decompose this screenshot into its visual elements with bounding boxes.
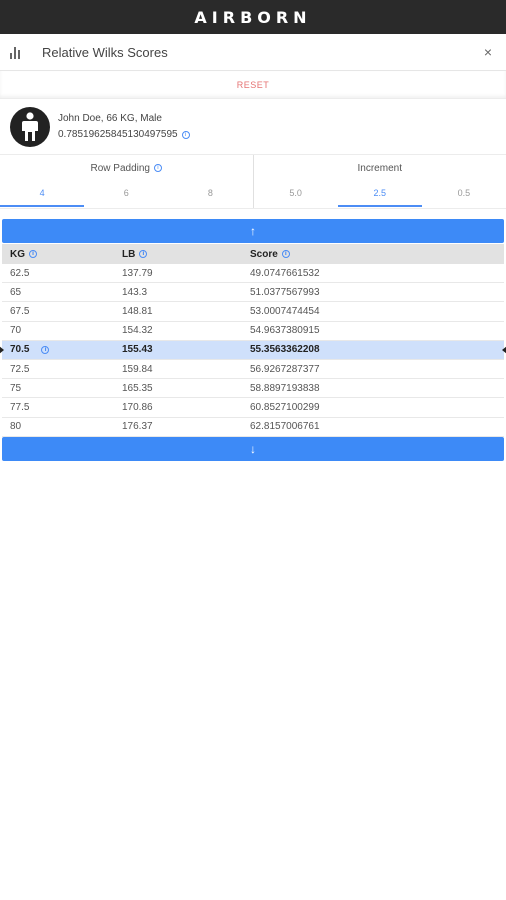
cell-kg: 77.5	[10, 401, 30, 413]
row-padding-label: Row Padding	[90, 162, 150, 174]
table-header: KG i LB i Score i	[2, 244, 504, 264]
table-body: 62.5 137.79 49.0747661532 65 143.3 51.0377567…	[0, 264, 506, 437]
cell-kg: 62.5	[10, 267, 30, 279]
increment-option[interactable]: 0.5	[422, 181, 506, 207]
cell-score: 62.8157006761	[250, 421, 320, 433]
table-row[interactable]: 72.5 159.84 56.9267287377	[2, 360, 504, 380]
cell-kg: 75	[10, 382, 22, 394]
cell-kg: 80	[10, 421, 22, 433]
table-row[interactable]: 67.5 148.81 53.0007474454	[2, 302, 504, 322]
cell-kg: 70.5 i	[2, 344, 122, 355]
cell-score: 53.0007474454	[250, 305, 320, 317]
reset-button[interactable]: RESET	[237, 80, 270, 90]
cell-score: 54.9637380915	[250, 325, 320, 337]
arrow-up-icon: ↑	[250, 224, 256, 238]
cell-lb: 159.84	[122, 363, 153, 375]
increment-option[interactable]: 2.5	[337, 181, 422, 207]
row-padding-option[interactable]: 6	[84, 181, 168, 207]
cell-lb: 176.37	[122, 421, 153, 433]
brand-logo: AIRBORN	[194, 7, 312, 27]
lifter-profile: John Doe, 66 KG, Male 0.7851962584513049…	[0, 99, 506, 155]
info-icon[interactable]: i	[153, 164, 162, 172]
cell-kg: 72.5	[10, 363, 30, 375]
info-icon[interactable]: i	[41, 345, 50, 354]
lifter-name: John Doe, 66 KG, Male	[58, 113, 162, 124]
row-padding-group: Row Padding i 468	[0, 155, 253, 208]
row-padding-option[interactable]: 4	[0, 181, 85, 207]
table-row[interactable]: 80 176.37 62.8157006761	[2, 418, 504, 437]
cell-score: 49.0747661532	[250, 267, 320, 279]
page-header: Relative Wilks Scores ×	[0, 34, 506, 71]
table-row[interactable]: 75 165.35 58.8897193838	[2, 379, 504, 399]
cell-kg: 67.5	[10, 305, 30, 317]
column-header-kg: KG	[10, 248, 25, 260]
row-marker-right-icon	[502, 345, 506, 354]
reset-row: RESET	[0, 71, 506, 99]
table-row[interactable]: 77.5 170.86 60.8527100299	[2, 398, 504, 418]
cell-lb: 165.35	[122, 382, 153, 394]
cell-kg: 70	[10, 325, 22, 337]
cell-kg: 65	[10, 286, 22, 298]
arrow-down-icon: ↓	[250, 441, 256, 456]
selected-table-row[interactable]: 70.5 i 155.43 55.3563362208	[0, 340, 506, 360]
close-icon[interactable]: ×	[480, 44, 496, 60]
scroll-up-button[interactable]: ↑	[2, 219, 504, 243]
cell-score: 55.3563362208	[250, 344, 320, 356]
cell-lb: 143.3	[122, 286, 148, 298]
increment-tabs: 5.0 2.5 0.5	[254, 181, 506, 207]
wilks-coefficient: 0.78519625845130497595	[58, 129, 178, 140]
table-row[interactable]: 65 143.3 51.0377567993	[2, 283, 504, 303]
top-bar: AIRBORN	[0, 0, 506, 34]
person-icon	[10, 106, 50, 147]
column-header-score: Score	[250, 248, 278, 260]
info-icon[interactable]: i	[281, 250, 290, 258]
row-padding-option[interactable]: 8	[168, 181, 252, 207]
increment-group: Increment 5.0 2.5 0.5	[252, 155, 506, 208]
increment-label: Increment	[357, 162, 402, 174]
page-title: Relative Wilks Scores	[42, 44, 168, 60]
cell-lb: 148.81	[122, 305, 153, 317]
cell-score: 60.8527100299	[250, 401, 320, 413]
row-padding-tabs: 468	[0, 181, 253, 207]
info-icon[interactable]: i	[29, 250, 37, 258]
options-panel: Row Padding i 468 Increment 5.0 2.5 0.5	[0, 155, 506, 209]
bar-chart-icon	[10, 45, 24, 59]
row-marker-left-icon	[0, 345, 4, 354]
cell-lb: 155.43	[122, 344, 153, 356]
cell-lb: 170.86	[122, 401, 153, 413]
cell-lb: 154.32	[122, 325, 153, 337]
cell-score: 56.9267287377	[250, 363, 320, 375]
info-icon[interactable]: i	[139, 250, 148, 258]
cell-lb: 137.79	[122, 267, 153, 279]
cell-score: 51.0377567993	[250, 286, 320, 298]
table-row[interactable]: 62.5 137.79 49.0747661532	[2, 264, 504, 284]
scroll-down-button[interactable]: ↓	[2, 436, 504, 461]
increment-option[interactable]: 5.0	[254, 181, 338, 207]
wilks-table: KG i LB i Score i 62.5 137.79 49.0747661532 65…	[0, 244, 506, 437]
table-row[interactable]: 70 154.32 54.9637380915	[2, 322, 504, 341]
info-icon[interactable]: i	[181, 130, 190, 139]
column-header-lb: LB	[122, 248, 136, 260]
cell-score: 58.8897193838	[250, 382, 320, 394]
